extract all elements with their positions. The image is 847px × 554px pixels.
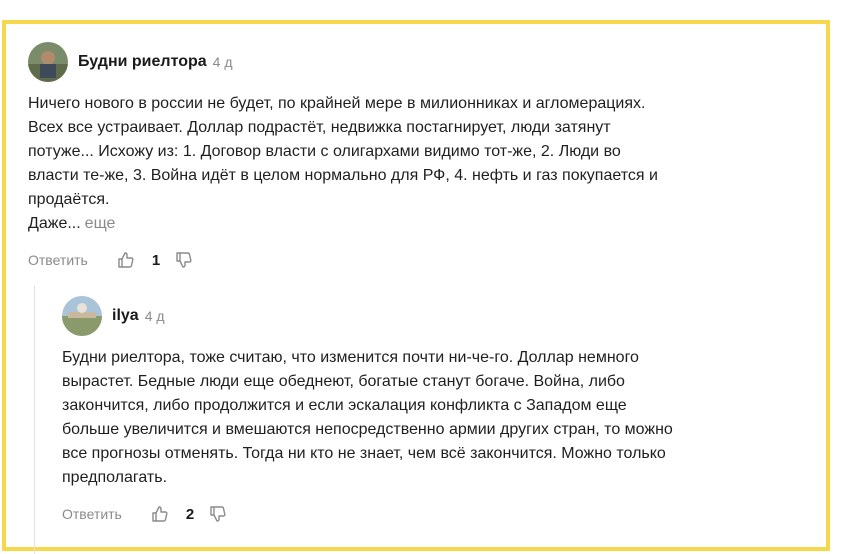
comment-text-line: Будни риелтора, тоже считаю, что изменит… [62,349,639,366]
comment-actions: Ответить 2 [62,502,832,526]
comment-text: Ничего нового в россии не будет, по край… [28,92,818,236]
avatar[interactable] [62,296,102,336]
comment-text-line: предполагать. [62,469,168,486]
comment-author[interactable]: Будни риелтора [78,53,207,71]
comments-panel: Будни риелтора 4 д Ничего нового в росси… [2,20,832,554]
reply-button[interactable]: Ответить [28,252,88,268]
comment-time: 4 д [212,54,233,70]
avatar[interactable] [28,42,68,82]
comment-text-line: вырастет. Бедные люди еще обеднеют, бога… [62,373,625,390]
comment-text-line-last: Даже... еще [28,212,818,236]
thumbs-up-icon[interactable] [116,250,136,270]
like-count: 1 [151,251,161,269]
like-count: 2 [185,505,195,523]
comment-text-line: Всех все устраивает. Доллар подрастёт, н… [28,119,611,136]
comment-time: 4 д [144,308,165,324]
thumbs-up-icon[interactable] [150,504,170,524]
comment-text: Будни риелтора, тоже считаю, что изменит… [62,346,832,490]
comment-text-line: закончится, либо продолжится и если эска… [62,397,627,414]
comment-text-line: Ничего нового в россии не будет, по край… [28,95,646,112]
reply-comment: ilya 4 д Будни риелтора, тоже считаю, чт… [62,296,832,526]
reply-button[interactable]: Ответить [62,506,122,522]
comment-header: Будни риелтора 4 д [28,42,818,82]
comment-text-line: власти те-же, 3. Война идёт в целом норм… [28,167,658,184]
comment: Будни риелтора 4 д Ничего нового в росси… [28,42,818,272]
reply-thread-line [34,286,35,554]
comment-text-line: потуже... Исхожу из: 1. Договор власти с… [28,143,621,160]
comment-header: ilya 4 д [62,296,832,336]
comment-text-line: продаётся. [28,191,110,208]
comment-text-line: все прогнозы отменять. Тогда ни кто не з… [62,445,666,462]
comment-text-truncated: Даже... [28,215,81,232]
show-more-link[interactable]: еще [85,215,116,232]
comment-author[interactable]: ilya [112,307,139,325]
comment-text-line: больше увеличится и вмешаются непосредст… [62,421,673,438]
thumbs-down-icon[interactable] [208,504,228,524]
thumbs-down-icon[interactable] [174,250,194,270]
comment-actions: Ответить 1 [28,248,818,272]
